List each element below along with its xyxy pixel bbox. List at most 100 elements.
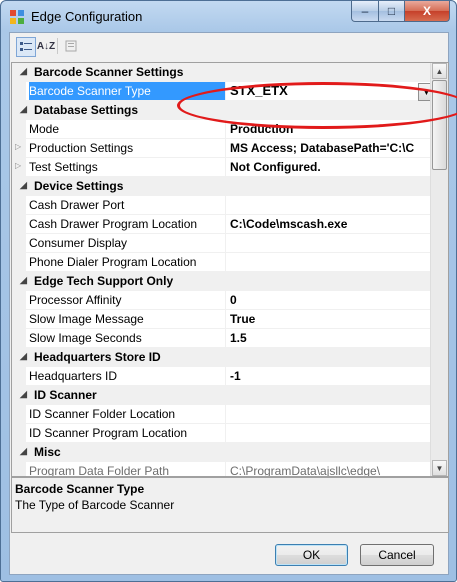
row-margin bbox=[12, 215, 26, 234]
row-margin bbox=[12, 120, 26, 139]
property-value[interactable] bbox=[230, 405, 436, 423]
row-margin bbox=[12, 424, 26, 443]
scroll-down-button[interactable]: ▼ bbox=[432, 460, 447, 476]
categorized-view-button[interactable] bbox=[16, 37, 36, 57]
property-grid-toolbar: A↓Z bbox=[10, 33, 448, 60]
property-grid[interactable]: ◢ Barcode Scanner Settings Barcode Scanner… bbox=[11, 62, 449, 477]
property-name: ID Scanner Program Location bbox=[29, 424, 226, 442]
row-margin bbox=[12, 234, 26, 253]
collapse-icon[interactable]: ◢ bbox=[20, 446, 27, 457]
property-value[interactable]: C:\Code\mscash.exe bbox=[230, 215, 436, 233]
sort-az-icon: A↓Z bbox=[36, 40, 56, 52]
property-name: Cash Drawer Port bbox=[29, 196, 226, 214]
property-row[interactable]: Mode Production bbox=[12, 120, 448, 139]
property-value[interactable]: 0 bbox=[230, 291, 436, 309]
property-row[interactable]: Cash Drawer Program Location C:\Code\msca… bbox=[12, 215, 448, 234]
property-value[interactable] bbox=[230, 234, 436, 252]
expand-icon[interactable]: ▷ bbox=[15, 142, 21, 151]
property-value[interactable]: True bbox=[230, 310, 436, 328]
property-name: Consumer Display bbox=[29, 234, 226, 252]
collapse-icon[interactable]: ◢ bbox=[20, 180, 27, 191]
category-label: Misc bbox=[34, 445, 61, 459]
row-margin bbox=[12, 462, 26, 476]
description-title: Barcode Scanner Type bbox=[15, 482, 145, 496]
property-name: ID Scanner Folder Location bbox=[29, 405, 226, 423]
property-value[interactable] bbox=[230, 253, 436, 271]
description-panel: Barcode Scanner Type The Type of Barcode… bbox=[11, 477, 449, 533]
description-text: The Type of Barcode Scanner bbox=[15, 498, 175, 512]
row-margin bbox=[12, 367, 26, 386]
collapse-icon[interactable]: ◢ bbox=[20, 104, 27, 115]
property-row[interactable]: ID Scanner Folder Location bbox=[12, 405, 448, 424]
alphabetical-sort-button[interactable]: A↓Z bbox=[37, 37, 55, 55]
property-value[interactable]: C:\ProgramData\ajsllc\edge\ bbox=[230, 462, 436, 476]
category-label: Device Settings bbox=[34, 179, 124, 193]
scroll-thumb[interactable] bbox=[432, 80, 447, 170]
category-row[interactable]: ◢ Barcode Scanner Settings bbox=[12, 63, 448, 82]
category-label: Edge Tech Support Only bbox=[34, 274, 174, 288]
property-value[interactable]: Not Configured. bbox=[230, 158, 436, 176]
property-row[interactable]: Headquarters ID -1 bbox=[12, 367, 448, 386]
collapse-icon[interactable]: ◢ bbox=[20, 351, 27, 362]
property-row[interactable]: Phone Dialer Program Location bbox=[12, 253, 448, 272]
collapse-icon[interactable]: ◢ bbox=[20, 275, 27, 286]
property-row[interactable]: ▷ Test Settings Not Configured. bbox=[12, 158, 448, 177]
collapse-icon[interactable]: ◢ bbox=[20, 66, 27, 77]
category-row[interactable]: ◢ Headquarters Store ID bbox=[12, 348, 448, 367]
row-margin bbox=[12, 310, 26, 329]
window-title: Edge Configuration bbox=[31, 9, 143, 24]
edge-configuration-window: Edge Configuration ‒ □ X A↓Z ◢ Barcode S… bbox=[0, 0, 457, 582]
caption-buttons: ‒ □ X bbox=[351, 1, 450, 22]
row-margin bbox=[12, 253, 26, 272]
property-name: Cash Drawer Program Location bbox=[29, 215, 226, 233]
category-row[interactable]: ◢ Database Settings bbox=[12, 101, 448, 120]
property-pages-button[interactable] bbox=[62, 37, 80, 55]
property-row[interactable]: Slow Image Seconds 1.5 bbox=[12, 329, 448, 348]
row-margin bbox=[12, 291, 26, 310]
property-value[interactable] bbox=[230, 424, 436, 442]
title-bar[interactable]: Edge Configuration ‒ □ X bbox=[1, 1, 456, 33]
property-row[interactable]: ▷ Production Settings MS Access; DatabaseP… bbox=[12, 139, 448, 158]
selected-property-row[interactable]: Barcode Scanner Type STX_ETX ▼ bbox=[12, 82, 448, 101]
category-label: Barcode Scanner Settings bbox=[34, 65, 184, 79]
scroll-up-button[interactable]: ▲ bbox=[432, 63, 447, 79]
arrow-down-icon: ▼ bbox=[435, 463, 444, 473]
vertical-scrollbar[interactable]: ▲ ▼ bbox=[430, 63, 448, 476]
property-name: Program Data Folder Path bbox=[29, 462, 226, 476]
property-value[interactable]: -1 bbox=[230, 367, 436, 385]
category-row[interactable]: ◢ Device Settings bbox=[12, 177, 448, 196]
minimize-icon: ‒ bbox=[361, 4, 369, 18]
property-name: Production Settings bbox=[29, 139, 226, 157]
close-button[interactable]: X bbox=[405, 1, 450, 22]
ok-button[interactable]: OK bbox=[275, 544, 348, 566]
property-row[interactable]: Processor Affinity 0 bbox=[12, 291, 448, 310]
category-row[interactable]: ◢ Misc bbox=[12, 443, 448, 462]
property-name: Barcode Scanner Type bbox=[29, 82, 226, 100]
property-name: Test Settings bbox=[29, 158, 226, 176]
property-row[interactable]: Slow Image Message True bbox=[12, 310, 448, 329]
property-value[interactable]: Production bbox=[230, 120, 436, 138]
row-margin bbox=[12, 82, 26, 101]
property-value[interactable] bbox=[230, 196, 436, 214]
cancel-button[interactable]: Cancel bbox=[360, 544, 434, 566]
property-row[interactable]: Cash Drawer Port bbox=[12, 196, 448, 215]
property-value[interactable]: STX_ETX bbox=[230, 82, 436, 100]
property-name: Slow Image Message bbox=[29, 310, 226, 328]
app-icon bbox=[10, 10, 24, 24]
category-row[interactable]: ◢ Edge Tech Support Only bbox=[12, 272, 448, 291]
collapse-icon[interactable]: ◢ bbox=[20, 389, 27, 400]
property-row[interactable]: Consumer Display bbox=[12, 234, 448, 253]
property-value[interactable]: 1.5 bbox=[230, 329, 436, 347]
close-icon: X bbox=[422, 4, 431, 18]
property-grid-rows: ◢ Barcode Scanner Settings Barcode Scanner… bbox=[12, 63, 448, 476]
property-row[interactable]: Program Data Folder Path C:\ProgramData\a… bbox=[12, 462, 448, 476]
category-label: ID Scanner bbox=[34, 388, 97, 402]
maximize-button[interactable]: □ bbox=[379, 1, 405, 22]
category-label: Database Settings bbox=[34, 103, 139, 117]
property-row[interactable]: ID Scanner Program Location bbox=[12, 424, 448, 443]
category-label: Headquarters Store ID bbox=[34, 350, 161, 364]
property-value[interactable]: MS Access; DatabasePath='C:\C bbox=[230, 139, 436, 157]
category-row[interactable]: ◢ ID Scanner bbox=[12, 386, 448, 405]
expand-icon[interactable]: ▷ bbox=[15, 161, 21, 170]
minimize-button[interactable]: ‒ bbox=[351, 1, 379, 22]
